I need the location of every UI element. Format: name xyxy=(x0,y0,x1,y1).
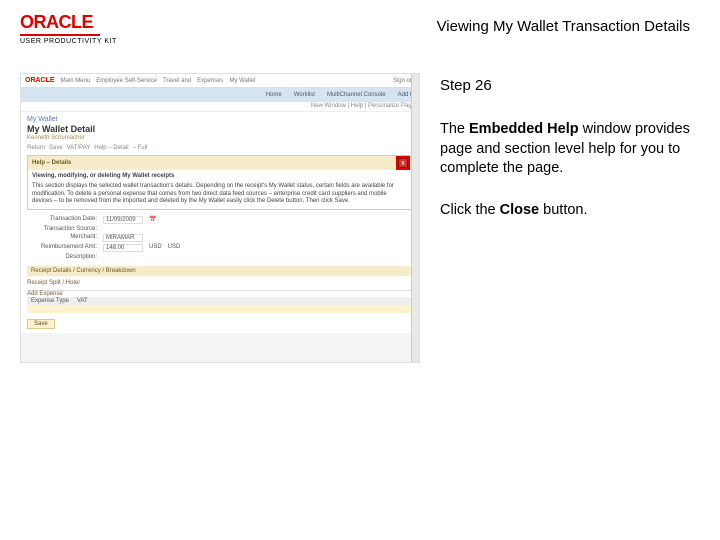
table-header: Expense Type VAT xyxy=(27,297,413,305)
page-tools-bar: New Window | Help | Personalize Page xyxy=(21,102,419,112)
app-top-nav: ORACLE Main Menu Employee Self-Service T… xyxy=(21,74,419,88)
embedded-screenshot: ORACLE Main Menu Employee Self-Service T… xyxy=(20,73,420,363)
nav-item: Employee Self-Service xyxy=(96,78,157,84)
calendar-icon: 📅 xyxy=(149,216,156,224)
desc-label: Description: xyxy=(27,254,97,260)
amount-label: Reimbursement Amt: xyxy=(27,244,97,252)
amount-value: 148.00 xyxy=(103,244,143,252)
mini-oracle-logo: ORACLE xyxy=(25,77,55,84)
currency-value: USD xyxy=(149,244,162,252)
help-link: Help – Detail xyxy=(94,145,128,151)
embedded-help-panel: Help – Details x Viewing, modifying, or … xyxy=(27,155,413,210)
nav-item: Travel and xyxy=(163,78,191,84)
save-button: Save xyxy=(27,319,55,329)
subnav-item: Worklist xyxy=(294,92,315,98)
close-button[interactable]: x xyxy=(398,158,408,168)
help-title: Help – Details xyxy=(32,160,71,166)
app-sub-nav: Home Worklist MultiChannel Console Add t… xyxy=(21,88,419,102)
nav-item: Main Menu xyxy=(61,78,91,84)
help-header: Help – Details x xyxy=(28,156,412,170)
return-link: Return xyxy=(27,145,45,151)
col-expense-type: Expense Type xyxy=(31,298,69,304)
help-body: Viewing, modifying, or deleting My Walle… xyxy=(28,170,412,209)
screenshot-body: My Wallet My Wallet Detail Kenneth Schum… xyxy=(21,112,419,333)
usd-value: USD xyxy=(168,244,181,252)
date-label: Transaction Date: xyxy=(27,216,97,224)
receipt-split-link: Receipt Split / Hotel xyxy=(27,280,413,286)
detail-fields: Transaction Date: 11/09/2009 📅 Transacti… xyxy=(27,216,413,260)
screenshot-column: ORACLE Main Menu Employee Self-Service T… xyxy=(20,73,420,363)
expense-table: Add Expense Expense Type VAT xyxy=(27,290,413,313)
date-value: 11/09/2009 xyxy=(103,216,143,224)
merchant-label: Merchant: xyxy=(27,234,97,242)
subnav-item: Home xyxy=(266,92,282,98)
page-header: ORACLE USER PRODUCTIVITY KIT Viewing My … xyxy=(0,0,720,53)
nav-item: My Wallet xyxy=(229,78,255,84)
merchant-value: MIRAMAR xyxy=(103,234,143,242)
upk-label: USER PRODUCTIVITY KIT xyxy=(20,38,117,45)
source-label: Transaction Source: xyxy=(27,226,97,232)
step-label: Step 26 xyxy=(440,77,700,94)
receipt-details-bar: Receipt Details / Currency / Breakdown xyxy=(27,266,413,276)
subnav-item: MultiChannel Console xyxy=(327,92,386,98)
vertical-scrollbar xyxy=(411,74,419,362)
content-row: ORACLE Main Menu Employee Self-Service T… xyxy=(0,53,720,363)
help-heading: Viewing, modifying, or deleting My Walle… xyxy=(32,173,408,181)
table-row xyxy=(27,305,413,313)
col-vat: VAT xyxy=(77,298,88,304)
full-link: – Full xyxy=(133,145,148,151)
instructions-column: Step 26 The Embedded Help window provide… xyxy=(440,73,700,363)
wallet-user: Kenneth Schumacher xyxy=(27,135,413,141)
oracle-logo: ORACLE USER PRODUCTIVITY KIT xyxy=(20,12,117,45)
page-title: Viewing My Wallet Transaction Details xyxy=(117,12,700,35)
save-link: Save xyxy=(49,145,63,151)
vatpay-link: VAT/PAY xyxy=(67,145,91,151)
breadcrumb: My Wallet xyxy=(27,116,413,123)
command-row: Return Save VAT/PAY Help – Detail – Full xyxy=(27,145,413,151)
wallet-title: My Wallet Detail xyxy=(27,124,413,134)
help-text: This section displays the selected walle… xyxy=(32,183,394,205)
instruction-paragraph-2: Click the Close button. xyxy=(440,201,700,221)
nav-item: Expenses xyxy=(197,78,223,84)
oracle-wordmark: ORACLE xyxy=(20,12,117,36)
instruction-paragraph-1: The Embedded Help window provides page a… xyxy=(440,120,700,179)
